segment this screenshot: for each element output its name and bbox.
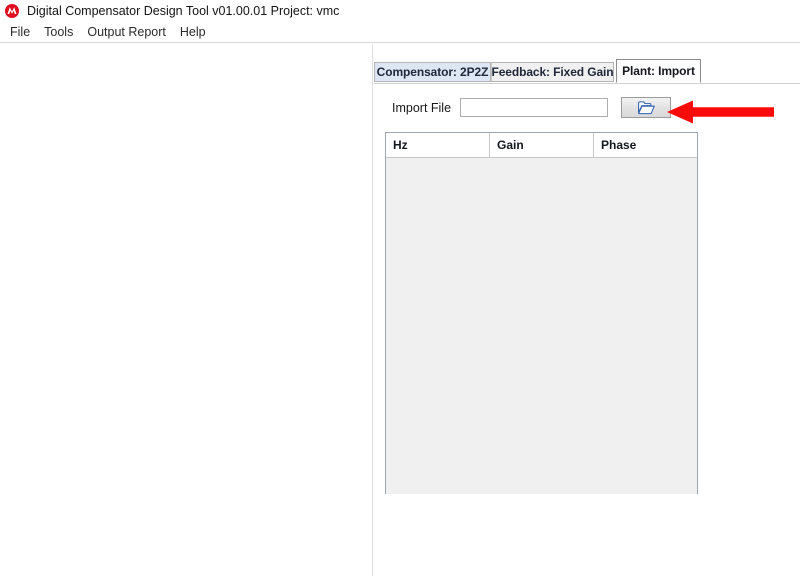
menu-file[interactable]: File [3,23,37,42]
menu-bar: File Tools Output Report Help [0,22,800,42]
vertical-splitter[interactable] [372,44,373,576]
tab-compensator[interactable]: Compensator: 2P2Z [374,62,491,82]
microchip-logo-icon [5,4,19,18]
import-file-row: Import File [392,97,672,118]
tab-plant-import-label: Plant: Import [622,64,695,78]
title-bar: Digital Compensator Design Tool v01.00.0… [0,0,800,22]
table-body-empty[interactable] [386,158,697,494]
browse-folder-button[interactable] [621,97,672,118]
tab-compensator-label: Compensator: 2P2Z [376,65,489,79]
column-header-gain[interactable]: Gain [490,133,594,157]
menu-help[interactable]: Help [173,23,213,42]
tab-feedback-label: Feedback: Fixed Gain [491,65,614,79]
tab-strip: Compensator: 2P2Z Feedback: Fixed Gain P… [374,59,800,84]
table-header-row: Hz Gain Phase [386,133,697,158]
column-header-phase[interactable]: Phase [594,133,697,157]
plant-import-panel: Import File Hz Gain Phase [374,84,800,554]
plant-data-table[interactable]: Hz Gain Phase [385,132,698,494]
tab-feedback[interactable]: Feedback: Fixed Gain [491,62,614,82]
left-empty-pane [0,43,372,576]
import-file-label: Import File [392,100,452,115]
open-folder-icon [637,100,655,114]
column-header-hz[interactable]: Hz [386,133,490,157]
menu-tools[interactable]: Tools [37,23,80,42]
menu-output-report[interactable]: Output Report [80,23,173,42]
import-file-input[interactable] [460,98,609,117]
tab-plant-import[interactable]: Plant: Import [616,59,701,83]
tab-strip-underline [374,83,800,84]
window-title: Digital Compensator Design Tool v01.00.0… [27,4,340,18]
